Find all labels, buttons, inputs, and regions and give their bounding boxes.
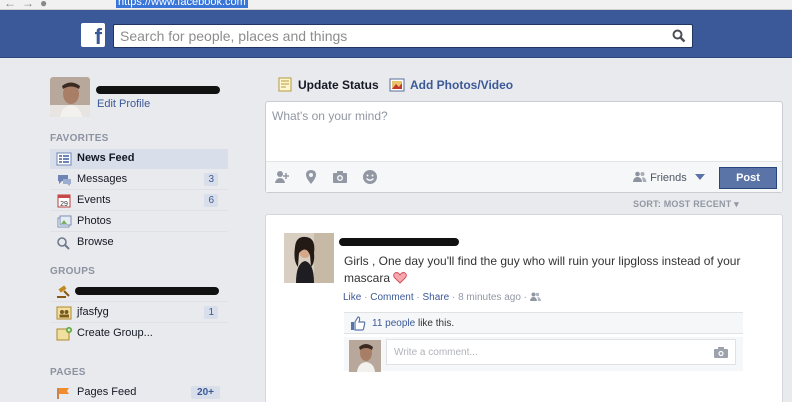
tag-people-icon[interactable] xyxy=(273,168,291,186)
sort-label: SORT: MOST RECENT xyxy=(633,199,732,209)
events-icon: 29 xyxy=(57,194,71,208)
group-count-badge: 1 xyxy=(204,306,218,319)
search-box xyxy=(113,24,693,48)
feeling-smiley-icon[interactable] xyxy=(361,168,379,186)
add-photos-label: Add Photos/Video xyxy=(410,78,514,92)
sidebar-item-label: jfasfyg xyxy=(77,306,109,318)
audience-selector[interactable]: Friends xyxy=(633,171,706,184)
audience-label: Friends xyxy=(650,172,687,184)
add-photos-icon xyxy=(389,78,405,92)
sidebar-item-pages-feed[interactable]: Pages Feed 20+ xyxy=(50,383,228,402)
browse-icon xyxy=(57,237,70,250)
comment-avatar[interactable] xyxy=(349,340,381,372)
pages-heading: PAGES xyxy=(50,367,86,378)
browser-nav-arrows-icon[interactable]: ←→● xyxy=(4,0,53,10)
redacted-story-author-name xyxy=(339,238,459,246)
group-gavel-icon xyxy=(57,285,70,298)
post-button[interactable]: Post xyxy=(719,167,777,189)
feed-story: Girls , One day you'll find the guy who … xyxy=(265,214,783,402)
likes-summary: 11 people like this. xyxy=(344,312,743,334)
sidebar-item-events[interactable]: 29 Events 6 xyxy=(50,191,228,211)
redacted-group-name xyxy=(75,287,219,295)
sidebar-item-photos[interactable]: Photos xyxy=(50,212,228,232)
redacted-profile-name xyxy=(96,86,220,94)
update-status-icon xyxy=(278,77,292,92)
search-input[interactable] xyxy=(114,25,654,47)
story-author-avatar[interactable] xyxy=(284,233,334,283)
browser-strip: ←→● https://www.facebook.com xyxy=(0,0,792,10)
sidebar-item-label: Pages Feed xyxy=(77,386,137,398)
likes-people-link[interactable]: 11 people xyxy=(372,318,415,329)
likes-text: 11 people like this. xyxy=(372,318,454,329)
pages-feed-icon xyxy=(57,388,69,399)
search-icon[interactable] xyxy=(672,29,686,46)
friends-icon xyxy=(633,171,647,182)
profile-avatar[interactable] xyxy=(50,77,90,117)
comment-composer xyxy=(344,337,743,372)
top-bar: f xyxy=(0,10,792,58)
sort-caret-icon: ▾ xyxy=(734,199,739,209)
comment-camera-icon[interactable] xyxy=(713,346,729,359)
sidebar-item-news-feed[interactable]: News Feed xyxy=(50,149,228,169)
story-text: Girls , One day you'll find the guy who … xyxy=(344,253,764,287)
events-count-badge: 6 xyxy=(204,194,218,207)
create-group-icon xyxy=(56,327,72,341)
address-bar-url[interactable]: https://www.facebook.com xyxy=(116,0,248,8)
comment-input[interactable] xyxy=(387,340,697,364)
status-textarea[interactable] xyxy=(266,102,782,160)
chevron-down-icon xyxy=(694,174,705,180)
sidebar-item-label: News Feed xyxy=(77,152,135,164)
edit-profile-link[interactable]: Edit Profile xyxy=(97,98,150,110)
news-feed-icon xyxy=(56,152,72,166)
messages-icon xyxy=(58,175,71,186)
sidebar-item-create-group[interactable]: Create Group... xyxy=(50,324,228,344)
messages-count-badge: 3 xyxy=(204,173,218,186)
sidebar-item-label: Create Group... xyxy=(77,327,153,339)
likes-suffix: like this. xyxy=(415,318,455,329)
groups-heading: GROUPS xyxy=(50,266,96,277)
story-actions: Like · Comment · Share · 8 minutes ago · xyxy=(343,292,541,303)
sidebar-item-browse[interactable]: Browse xyxy=(50,233,228,253)
pages-feed-count-badge: 20+ xyxy=(191,386,220,399)
status-composer: Friends Post xyxy=(265,101,783,193)
svg-text:29: 29 xyxy=(60,201,68,208)
story-timestamp[interactable]: 8 minutes ago xyxy=(458,292,521,303)
camera-icon[interactable] xyxy=(331,168,349,186)
composer-toolbar: Friends Post xyxy=(266,161,782,192)
favorites-heading: FAVORITES xyxy=(50,133,109,144)
sidebar-item-group-jfasfyg[interactable]: jfasfyg 1 xyxy=(50,303,228,323)
like-link[interactable]: Like xyxy=(343,292,361,303)
sidebar-item-label: Messages xyxy=(77,173,128,185)
update-status-label: Update Status xyxy=(298,78,379,92)
sidebar-item-label: Browse xyxy=(77,236,114,248)
thumbs-up-icon xyxy=(351,316,366,331)
heart-emoticon-icon xyxy=(393,272,408,284)
sidebar-item-label: Events xyxy=(77,194,111,206)
location-pin-icon[interactable] xyxy=(302,168,320,186)
privacy-friends-icon[interactable] xyxy=(529,292,541,301)
sidebar-item-label: Photos xyxy=(77,215,112,227)
facebook-logo[interactable]: f xyxy=(81,23,105,49)
sidebar-item-messages[interactable]: Messages 3 xyxy=(50,170,228,190)
comment-link[interactable]: Comment xyxy=(370,292,413,303)
group-icon xyxy=(56,306,72,320)
share-link[interactable]: Share xyxy=(423,292,450,303)
sort-most-recent[interactable]: SORT: MOST RECENT ▾ xyxy=(633,199,739,210)
comment-field xyxy=(386,339,736,365)
photos-icon xyxy=(57,215,72,228)
